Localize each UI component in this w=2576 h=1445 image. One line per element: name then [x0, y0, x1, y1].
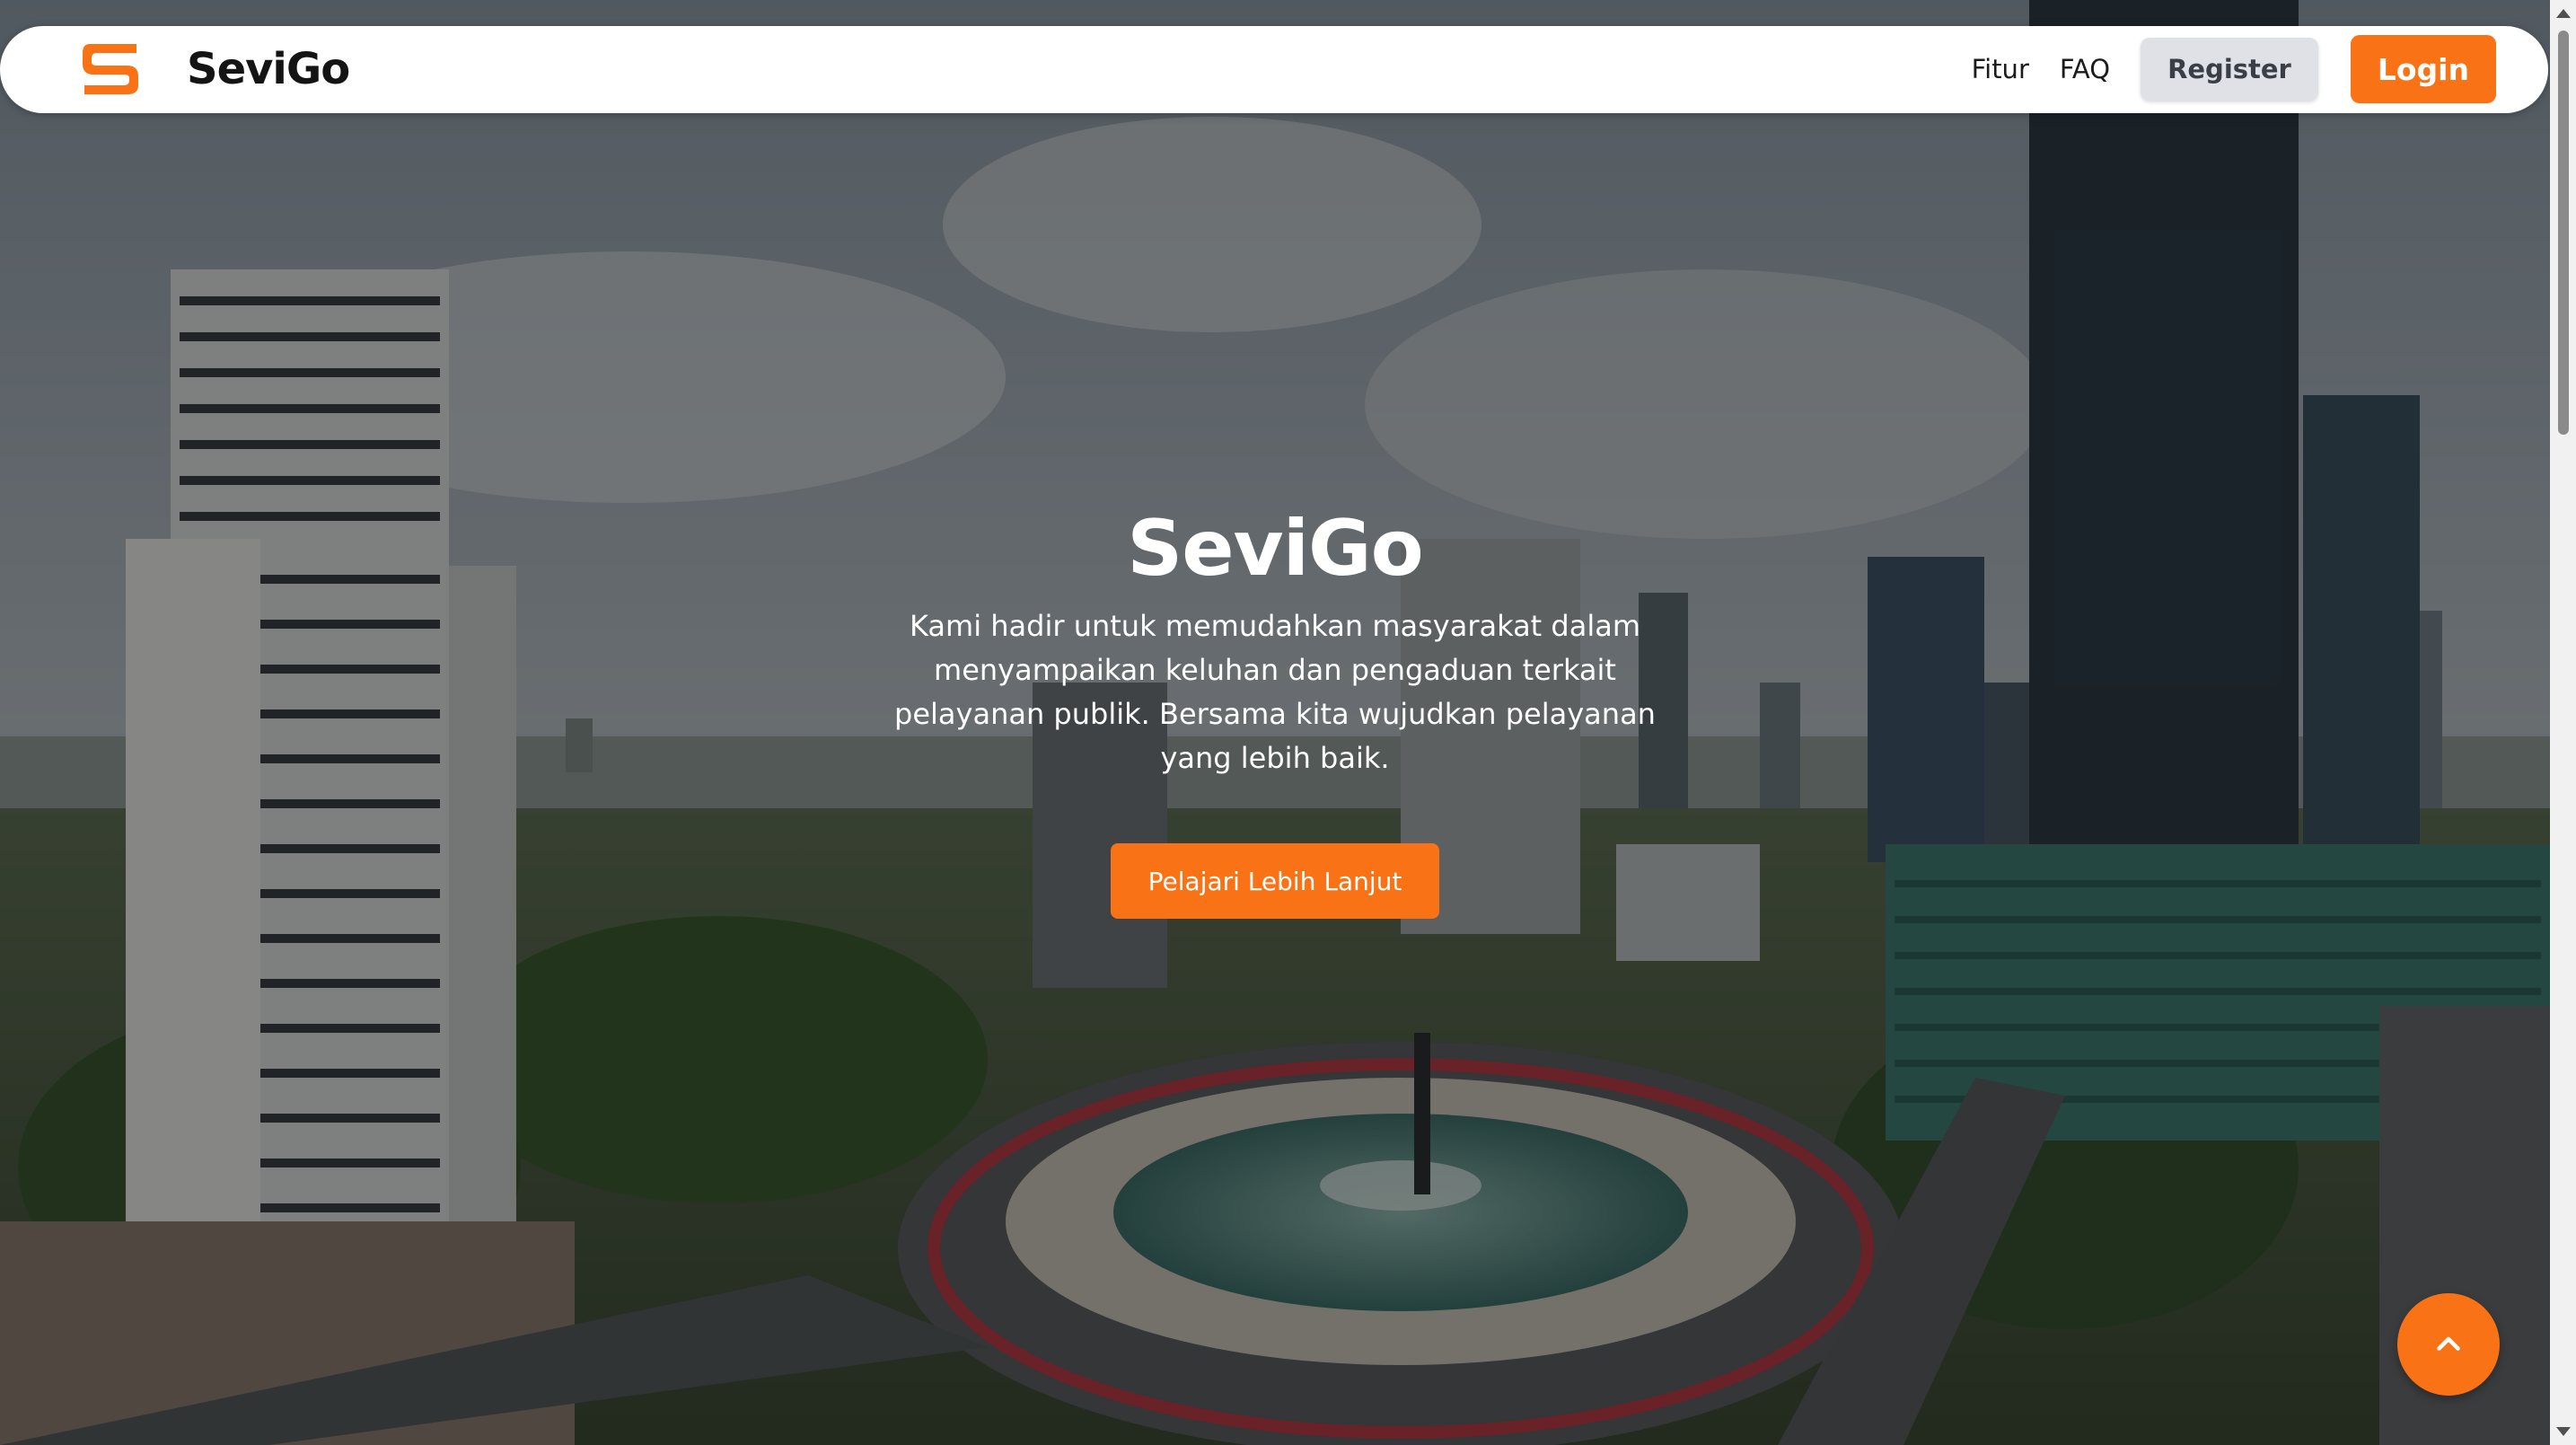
scrollbar-thumb[interactable] [2558, 31, 2569, 435]
back-to-top-button[interactable] [2397, 1293, 2500, 1396]
nav-link-faq[interactable]: FAQ [2060, 54, 2110, 84]
learn-more-button[interactable]: Pelajari Lebih Lanjut [1110, 843, 1440, 920]
hero-section: SeviGo Kami hadir untuk memudahkan masya… [826, 503, 1724, 920]
landing-page: SeviGo Fitur FAQ Register Login SeviGo K… [0, 0, 2576, 1445]
chevron-up-icon [2437, 1336, 2460, 1351]
nav-link-fitur[interactable]: Fitur [1972, 54, 2029, 84]
hero-description: Kami hadir untuk memudahkan masyarakat d… [894, 609, 1656, 776]
brand-link[interactable]: SeviGo [81, 40, 350, 99]
register-button[interactable]: Register [2141, 38, 2318, 101]
page-scrollbar[interactable] [2550, 0, 2576, 1445]
hero-title: SeviGo [1127, 504, 1423, 594]
navbar: SeviGo Fitur FAQ Register Login [0, 26, 2548, 113]
scroll-down-arrow-icon[interactable] [2556, 1427, 2571, 1436]
nav-links: Fitur FAQ Register Login [1972, 35, 2496, 103]
brand-name: SeviGo [187, 44, 350, 94]
sevigo-s-logo-icon [83, 44, 138, 94]
scroll-up-arrow-icon[interactable] [2556, 9, 2571, 18]
login-button[interactable]: Login [2350, 35, 2496, 103]
